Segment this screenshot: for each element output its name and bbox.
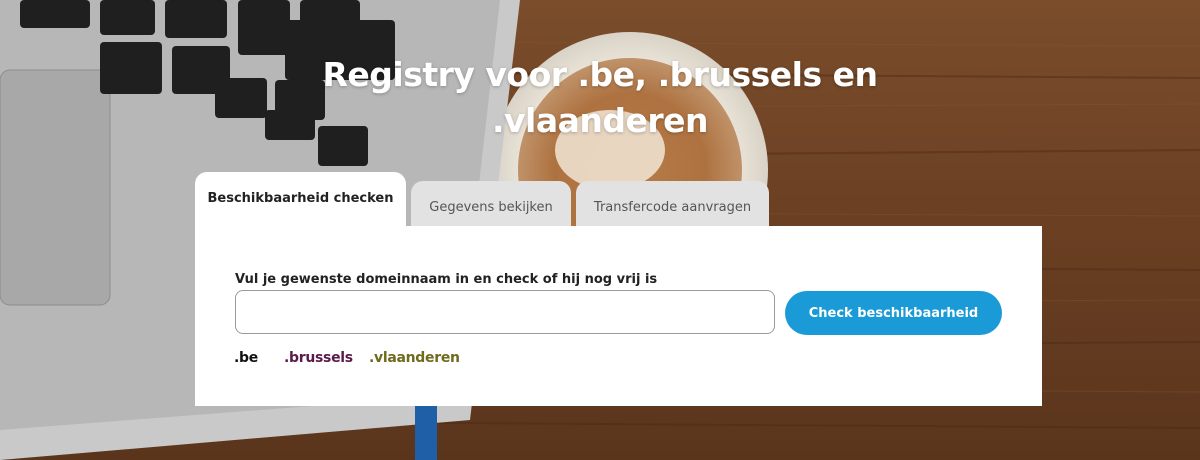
domain-check-panel: Vul je gewenste domeinnaam in en check o…: [195, 226, 1042, 406]
domain-input-label: Vul je gewenste domeinnaam in en check o…: [235, 272, 658, 287]
tab-transfercode-aanvragen[interactable]: Transfercode aanvragen: [576, 181, 769, 226]
extension-vlaanderen: .vlaanderen: [369, 350, 460, 366]
domain-search-input[interactable]: [235, 290, 775, 334]
tab-beschikbaarheid-checken[interactable]: Beschikbaarheid checken: [195, 172, 406, 228]
tab-gegevens-bekijken[interactable]: Gegevens bekijken: [411, 181, 571, 226]
extension-be: .be: [234, 350, 258, 366]
check-availability-button[interactable]: Check beschikbaarheid: [785, 291, 1002, 335]
page-title: Registry voor .be, .brussels en .vlaande…: [322, 55, 878, 140]
extension-brussels: .brussels: [284, 350, 353, 366]
